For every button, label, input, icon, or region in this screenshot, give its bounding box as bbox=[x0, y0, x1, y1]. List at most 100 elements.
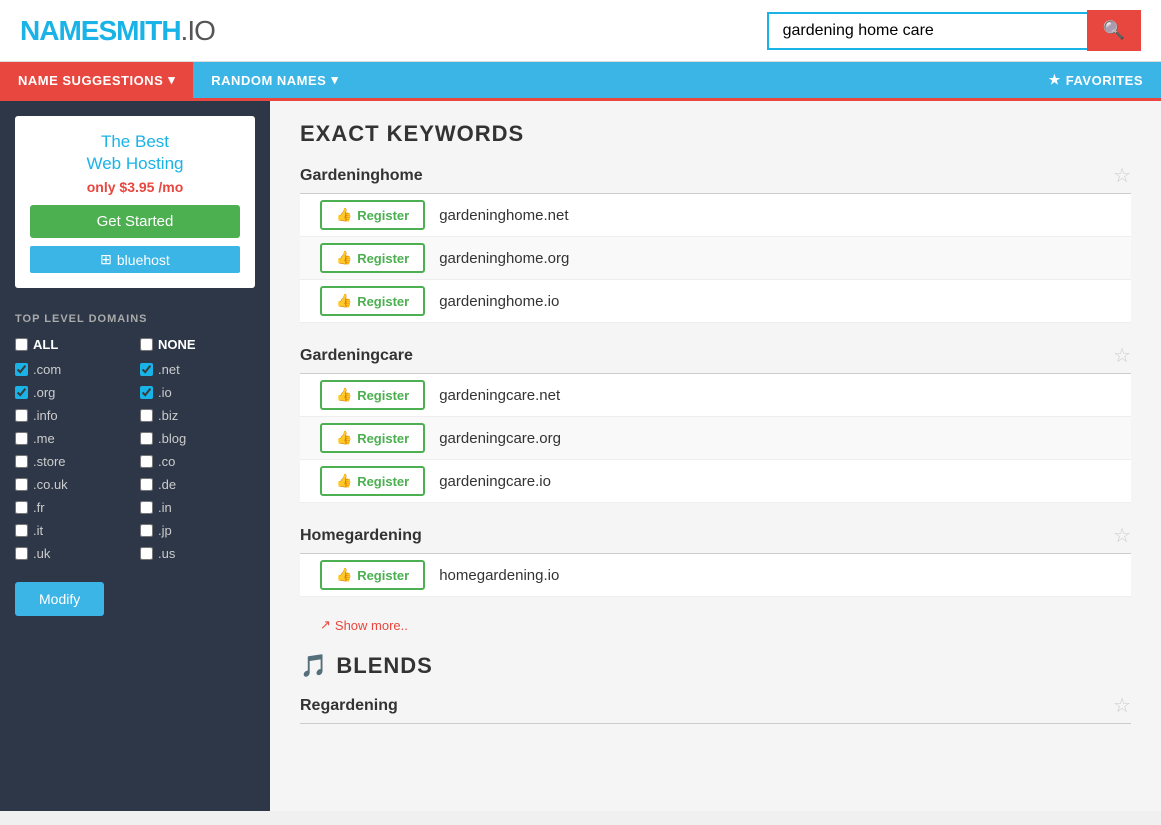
keyword-header: Gardeningcare☆ bbox=[300, 343, 1131, 374]
tld-checkbox[interactable] bbox=[15, 386, 28, 399]
tld-none-checkbox[interactable] bbox=[140, 338, 153, 351]
tld-checkbox[interactable] bbox=[15, 432, 28, 445]
register-button[interactable]: 👍 Register bbox=[320, 466, 425, 496]
tld-checkbox[interactable] bbox=[15, 547, 28, 560]
tld-item: .me bbox=[15, 429, 130, 448]
tld-item: .uk bbox=[15, 544, 130, 563]
favorite-star-button[interactable]: ☆ bbox=[1113, 163, 1131, 188]
modify-button[interactable]: Modify bbox=[15, 582, 104, 616]
favorite-star-button[interactable]: ☆ bbox=[1113, 693, 1131, 718]
random-names-button[interactable]: RANDOM NAMES ▾ bbox=[193, 62, 356, 98]
thumbs-up-icon: 👍 bbox=[336, 473, 352, 489]
register-button[interactable]: 👍 Register bbox=[320, 560, 425, 590]
tld-item: .org bbox=[15, 383, 130, 402]
show-more-button[interactable]: ↗ Show more.. bbox=[320, 617, 408, 633]
thumbs-up-icon: 👍 bbox=[336, 207, 352, 223]
blends-title: 🎵 BLENDS bbox=[300, 653, 1131, 679]
tld-none[interactable]: NONE bbox=[140, 335, 255, 354]
tld-all[interactable]: ALL bbox=[15, 335, 130, 354]
tld-checkbox[interactable] bbox=[140, 409, 153, 422]
ad-box: The Best Web Hosting only $3.95 /mo Get … bbox=[15, 116, 255, 288]
domain-name: gardeninghome.org bbox=[439, 250, 569, 267]
favorites-label: FAVORITES bbox=[1066, 73, 1143, 88]
tld-checkbox[interactable] bbox=[140, 432, 153, 445]
tld-label: .org bbox=[33, 385, 55, 400]
tld-label: .jp bbox=[158, 523, 172, 538]
get-started-button[interactable]: Get Started bbox=[30, 205, 240, 238]
navbar-left: NAME SUGGESTIONS ▾ RANDOM NAMES ▾ bbox=[0, 62, 356, 98]
thumbs-up-icon: 👍 bbox=[336, 567, 352, 583]
tld-checkbox[interactable] bbox=[15, 501, 28, 514]
name-suggestions-arrow: ▾ bbox=[168, 72, 175, 88]
tld-header-row: ALL NONE bbox=[15, 335, 255, 354]
exact-keywords-title: EXACT KEYWORDS bbox=[300, 121, 1131, 147]
register-button[interactable]: 👍 Register bbox=[320, 243, 425, 273]
tld-item: .us bbox=[140, 544, 255, 563]
tld-all-checkbox[interactable] bbox=[15, 338, 28, 351]
navbar: NAME SUGGESTIONS ▾ RANDOM NAMES ▾ ★ FAVO… bbox=[0, 62, 1161, 101]
keyword-header: Homegardening☆ bbox=[300, 523, 1131, 554]
blends-section: 🎵 BLENDS Regardening ☆ bbox=[300, 653, 1131, 724]
name-suggestions-label: NAME SUGGESTIONS bbox=[18, 73, 163, 88]
tld-checkbox[interactable] bbox=[140, 455, 153, 468]
tld-checkbox[interactable] bbox=[140, 478, 153, 491]
keyword-group: Gardeninghome☆👍 Registergardeninghome.ne… bbox=[300, 163, 1131, 323]
domain-row: 👍 Register gardeningcare.org bbox=[300, 417, 1131, 460]
tld-section: TOP LEVEL DOMAINS ALL NONE .com.net.org.… bbox=[0, 303, 270, 568]
blends-groups-container: Regardening ☆ bbox=[300, 693, 1131, 724]
tld-label: .in bbox=[158, 500, 172, 515]
tld-checkbox[interactable] bbox=[15, 409, 28, 422]
tld-checkbox[interactable] bbox=[140, 547, 153, 560]
domain-name: homegardening.io bbox=[439, 567, 559, 584]
tld-checkbox[interactable] bbox=[15, 478, 28, 491]
tld-label: .io bbox=[158, 385, 172, 400]
keyword-header: Gardeninghome ☆ bbox=[300, 163, 1131, 194]
domain-row: 👍 Registergardeningcare.net bbox=[300, 374, 1131, 417]
tld-checkbox[interactable] bbox=[15, 455, 28, 468]
tld-label: .store bbox=[33, 454, 66, 469]
thumbs-up-icon: 👍 bbox=[336, 430, 352, 446]
search-icon: 🔍 bbox=[1103, 20, 1125, 40]
keyword-name: Gardeninghome bbox=[300, 167, 423, 185]
favorite-star-button[interactable]: ☆ bbox=[1113, 343, 1131, 368]
show-more-arrow-icon: ↗ bbox=[320, 617, 331, 633]
logo: NAMESMITH.io bbox=[20, 15, 215, 47]
search-button[interactable]: 🔍 bbox=[1087, 10, 1141, 51]
domain-name: gardeninghome.io bbox=[439, 293, 559, 310]
register-button[interactable]: 👍 Register bbox=[320, 286, 425, 316]
sidebar: The Best Web Hosting only $3.95 /mo Get … bbox=[0, 101, 270, 811]
layout: The Best Web Hosting only $3.95 /mo Get … bbox=[0, 101, 1161, 811]
tld-checkbox[interactable] bbox=[15, 524, 28, 537]
tld-checkbox[interactable] bbox=[140, 363, 153, 376]
domain-name: gardeningcare.org bbox=[439, 430, 561, 447]
tld-item: .fr bbox=[15, 498, 130, 517]
favorites-button[interactable]: ★ FAVORITES bbox=[1031, 62, 1161, 98]
favorite-star-button[interactable]: ☆ bbox=[1113, 523, 1131, 548]
register-button[interactable]: 👍 Register bbox=[320, 200, 425, 230]
tld-item: .com bbox=[15, 360, 130, 379]
tld-checkbox[interactable] bbox=[15, 363, 28, 376]
domain-row: 👍 Register gardeninghome.org bbox=[300, 237, 1131, 280]
domain-row: 👍 Registergardeningcare.io bbox=[300, 460, 1131, 503]
keyword-group: Homegardening☆ 👍 Register homegardening.io bbox=[300, 523, 1131, 597]
tld-checkbox[interactable] bbox=[140, 524, 153, 537]
logo-main: NAMESMITH bbox=[20, 15, 181, 46]
tld-label: .us bbox=[158, 546, 175, 561]
tld-grid: .com.net.org.io.info.biz.me.blog.store.c… bbox=[15, 360, 255, 563]
tld-checkbox[interactable] bbox=[140, 501, 153, 514]
tld-label: .co bbox=[158, 454, 175, 469]
tld-item: .jp bbox=[140, 521, 255, 540]
keyword-header: Regardening ☆ bbox=[300, 693, 1131, 724]
register-button[interactable]: 👍 Register bbox=[320, 423, 425, 453]
keyword-name: Regardening bbox=[300, 697, 398, 715]
tld-label: .de bbox=[158, 477, 176, 492]
register-button[interactable]: 👍 Register bbox=[320, 380, 425, 410]
exact-groups-container: Gardeninghome☆👍 Registergardeninghome.ne… bbox=[300, 163, 1131, 597]
tld-label: .biz bbox=[158, 408, 178, 423]
tld-title: TOP LEVEL DOMAINS bbox=[15, 313, 255, 325]
tld-label: .co.uk bbox=[33, 477, 68, 492]
search-input[interactable] bbox=[767, 12, 1087, 50]
name-suggestions-button[interactable]: NAME SUGGESTIONS ▾ bbox=[0, 62, 193, 98]
tld-label: .com bbox=[33, 362, 61, 377]
tld-checkbox[interactable] bbox=[140, 386, 153, 399]
